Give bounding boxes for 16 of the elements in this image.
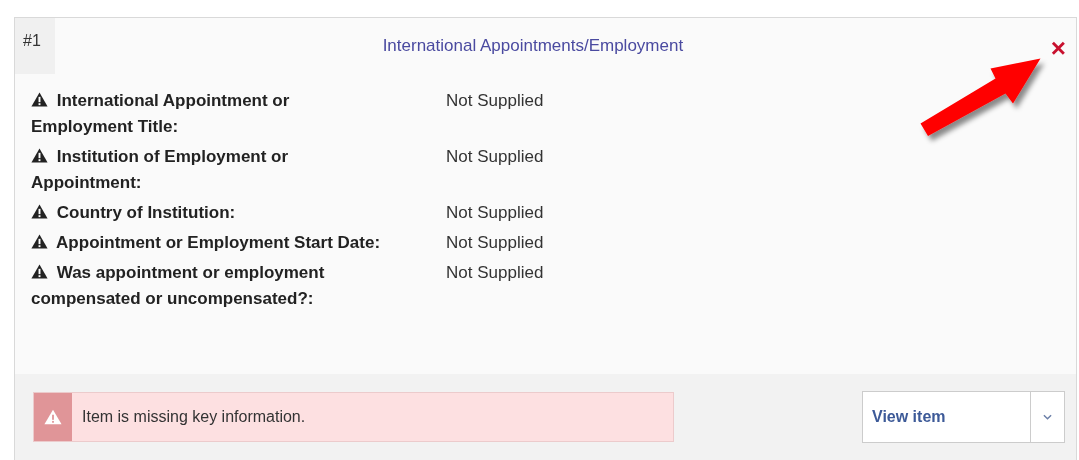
field-value: Not Supplied	[446, 262, 544, 284]
field-label: Was appointment or employment compensated or uncompensated?:	[31, 263, 325, 308]
alert-message: Item is missing key information.	[81, 408, 306, 426]
field-label: Institution of Employment or Appointment:	[31, 147, 289, 192]
field-label: Appointment or Employment Start Date:	[56, 233, 381, 252]
caret-icon	[1043, 414, 1052, 420]
card-title: International Appointments/Employment	[381, 35, 685, 56]
field-value: Not Supplied	[446, 202, 544, 224]
field-value: Not Supplied	[446, 90, 544, 112]
field-value: Not Supplied	[446, 146, 544, 168]
field-label: Country of Institution:	[56, 203, 236, 222]
field-label: International Appointment or Employment Title:	[31, 91, 290, 136]
warning-icon	[44, 409, 62, 425]
close-button[interactable]: ×	[1050, 35, 1066, 61]
field-value: Not Supplied	[446, 232, 544, 254]
item-number: #1	[15, 18, 55, 74]
